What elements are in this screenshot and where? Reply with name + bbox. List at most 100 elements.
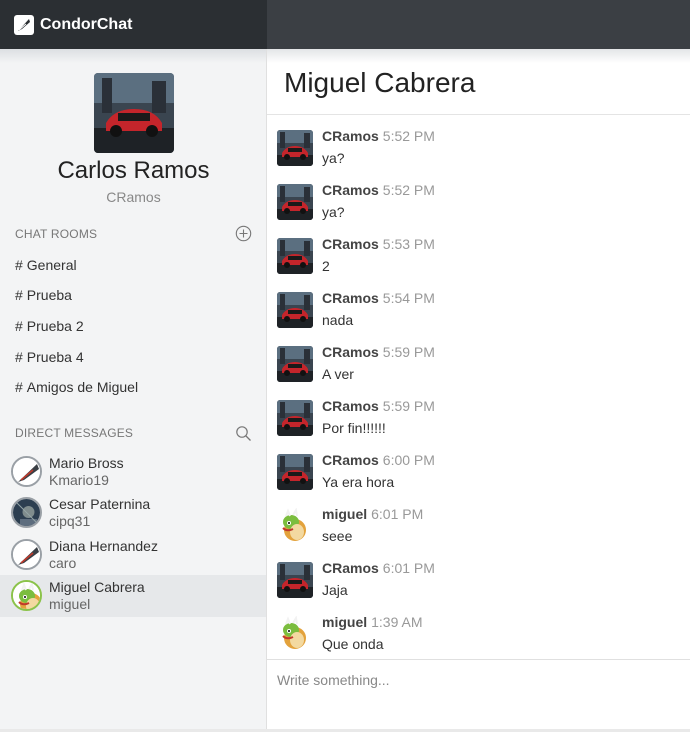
message-text: Jaja [322, 582, 348, 598]
sidebar-item-room[interactable]: # General [15, 257, 77, 273]
message-text: Que onda [322, 636, 384, 652]
message: CRamos 5:53 PM 2 [277, 236, 677, 286]
avatar [11, 497, 42, 528]
message-text: A ver [322, 366, 354, 382]
message-time: 5:52 PM [382, 128, 435, 144]
sidebar-item-room[interactable]: # Amigos de Miguel [15, 379, 138, 395]
message-time: 5:59 PM [382, 344, 435, 360]
dm-username: Kmario19 [49, 472, 109, 488]
sidebar-item-room[interactable]: # Prueba 2 [15, 318, 84, 334]
room-label: Prueba 4 [26, 349, 84, 365]
message-author: CRamos 5:52 PM [322, 182, 435, 198]
message: CRamos 6:01 PM Jaja [277, 560, 677, 610]
add-room-icon[interactable] [235, 225, 252, 242]
search-icon[interactable] [235, 425, 252, 442]
avatar [277, 400, 313, 436]
author-name: CRamos [322, 344, 379, 360]
author-name: CRamos [322, 290, 379, 306]
message-text: ya? [322, 150, 345, 166]
message-author: miguel 6:01 PM [322, 506, 423, 522]
message-text: Ya era hora [322, 474, 395, 490]
dm-item[interactable]: Miguel Cabrera miguel [0, 575, 266, 617]
message-author: CRamos 6:00 PM [322, 452, 435, 468]
author-name: CRamos [322, 398, 379, 414]
message: miguel 6:01 PM seee [277, 506, 677, 556]
message: CRamos 5:52 PM ya? [277, 128, 677, 178]
hash-icon: # [15, 379, 23, 395]
top-bar [267, 0, 690, 49]
message: CRamos 5:52 PM ya? [277, 182, 677, 232]
author-name: CRamos [322, 128, 379, 144]
dm-item[interactable]: Diana Hernandez caro [0, 534, 266, 576]
message-time: 5:52 PM [382, 182, 435, 198]
sidebar-item-room[interactable]: # Prueba [15, 287, 72, 303]
author-name: miguel [322, 614, 368, 630]
chat-panel: Miguel Cabrera CRamos 5:52 PM ya? CRamos 5:5… [267, 49, 690, 732]
message-text: 2 [322, 258, 330, 274]
hash-icon: # [15, 287, 23, 303]
message-time: 5:59 PM [382, 398, 435, 414]
user-profile: Carlos Ramos CRamos [0, 73, 267, 205]
message-time: 1:39 AM [371, 614, 423, 630]
avatar [277, 454, 313, 490]
dm-name: Cesar Paternina [49, 496, 151, 512]
message-author: miguel 1:39 AM [322, 614, 423, 630]
avatar [277, 292, 313, 328]
author-name: CRamos [322, 236, 379, 252]
condor-logo-icon [14, 14, 34, 35]
message-time: 5:53 PM [382, 236, 435, 252]
message-time: 6:01 PM [382, 560, 435, 576]
app-brand[interactable]: CondorChat [40, 16, 132, 34]
dm-name: Mario Bross [49, 455, 124, 471]
message: CRamos 6:00 PM Ya era hora [277, 452, 677, 502]
avatar [277, 508, 313, 544]
dm-name: Miguel Cabrera [49, 579, 145, 595]
author-name: CRamos [322, 560, 379, 576]
message-author: CRamos 5:53 PM [322, 236, 435, 252]
author-name: CRamos [322, 452, 379, 468]
message-time: 5:54 PM [382, 290, 435, 306]
brand-bar: CondorChat [0, 0, 267, 49]
message-author: CRamos 5:52 PM [322, 128, 435, 144]
room-label: Amigos de Miguel [26, 379, 139, 395]
avatar [277, 130, 313, 166]
message-time: 6:00 PM [382, 452, 435, 468]
profile-avatar [93, 73, 174, 153]
message-author: CRamos 5:59 PM [322, 398, 435, 414]
avatar [11, 539, 42, 570]
hash-icon: # [15, 349, 23, 365]
avatar [277, 616, 313, 652]
avatar [277, 238, 313, 274]
message: CRamos 5:59 PM A ver [277, 344, 677, 394]
message-text: seee [322, 528, 353, 544]
composer [267, 659, 690, 729]
avatar [277, 346, 313, 382]
message-author: CRamos 5:59 PM [322, 344, 435, 360]
sidebar-item-room[interactable]: # Prueba 4 [15, 349, 84, 365]
hash-icon: # [15, 318, 23, 334]
profile-username: CRamos [106, 189, 161, 205]
direct-messages-heading: DIRECT MESSAGES [15, 426, 134, 440]
message-author: CRamos 6:01 PM [322, 560, 435, 576]
avatar [277, 562, 313, 598]
author-name: CRamos [322, 182, 379, 198]
message: miguel 1:39 AM Que onda [277, 614, 677, 664]
avatar [11, 580, 42, 611]
dm-username: caro [49, 555, 77, 571]
message-text: Por fin!!!!!! [322, 420, 386, 436]
room-label: Prueba [26, 287, 72, 303]
hash-icon: # [15, 257, 23, 273]
sidebar: Carlos Ramos CRamos CHAT ROOMS # General #… [0, 49, 267, 732]
dm-item[interactable]: Cesar Paternina cipq31 [0, 492, 266, 534]
author-name: miguel [322, 506, 368, 522]
chat-rooms-heading: CHAT ROOMS [15, 227, 98, 241]
dm-username: cipq31 [49, 513, 91, 529]
dm-item[interactable]: Mario Bross Kmario19 [0, 451, 266, 493]
message-author: CRamos 5:54 PM [322, 290, 435, 306]
message-input[interactable] [277, 672, 677, 688]
divider [267, 114, 690, 115]
message: CRamos 5:59 PM Por fin!!!!!! [277, 398, 677, 448]
dm-username: miguel [49, 596, 91, 612]
message: CRamos 5:54 PM nada [277, 290, 677, 340]
chat-title: Miguel Cabrera [284, 67, 476, 98]
